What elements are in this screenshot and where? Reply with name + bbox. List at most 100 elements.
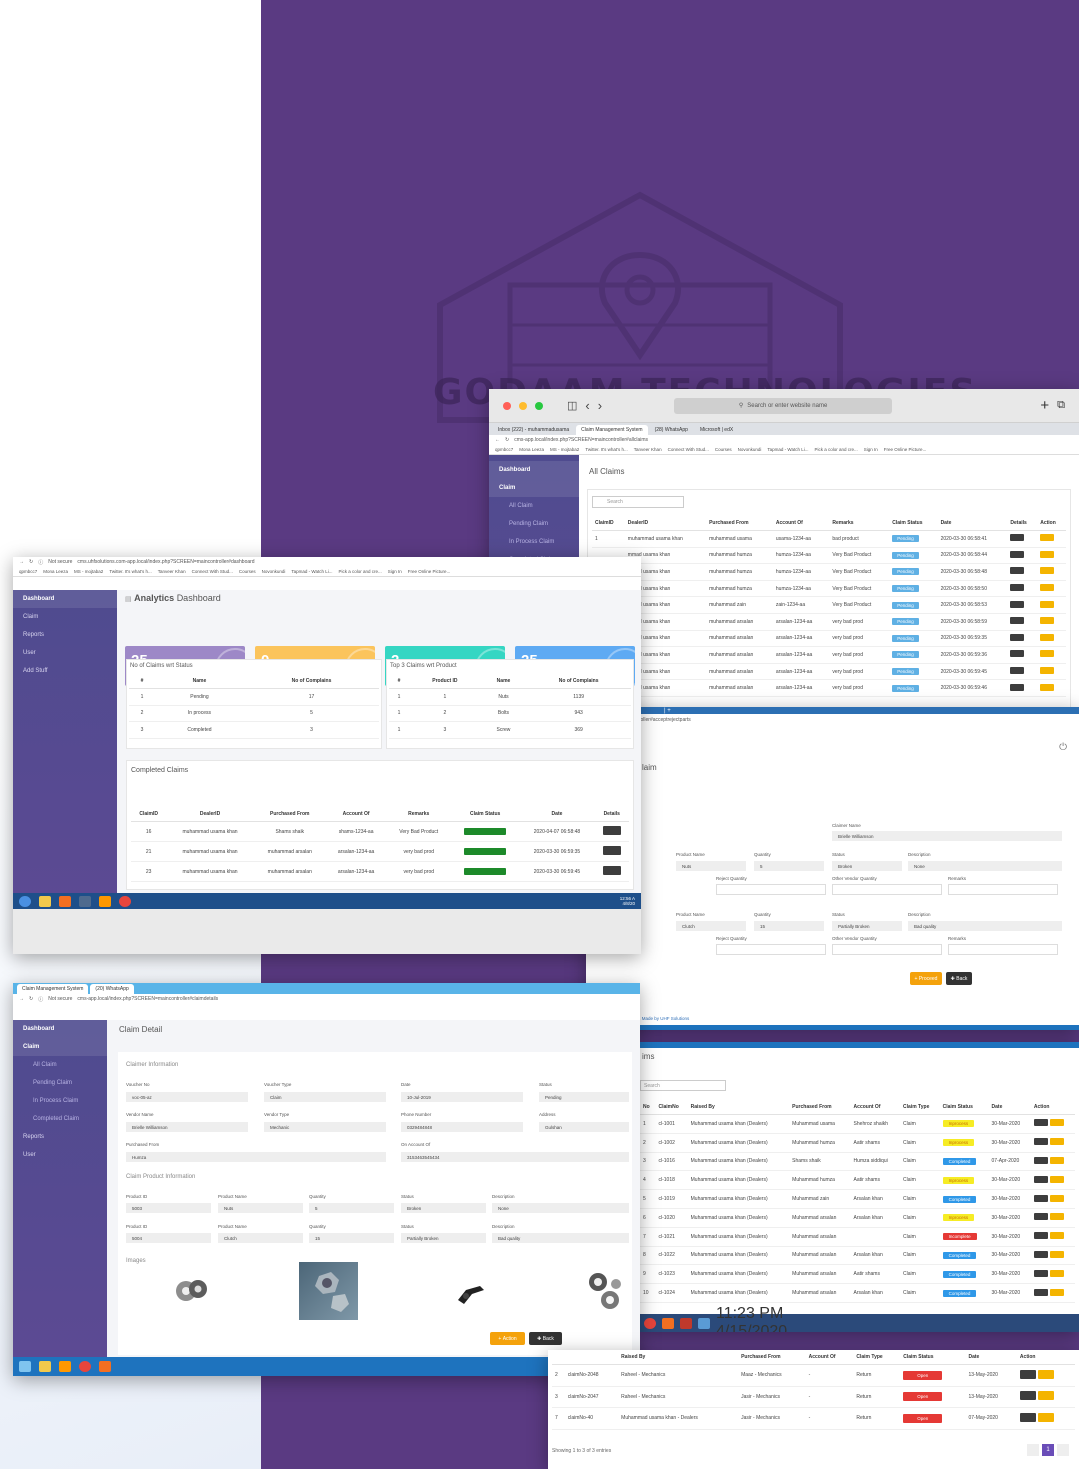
address-bar[interactable]: ?SCREEN=maincontroller#acceptrejectparts bbox=[586, 714, 1079, 726]
reload-icon[interactable]: ↻ bbox=[29, 559, 33, 565]
bookmark-item[interactable]: Courses bbox=[239, 569, 256, 574]
edit-icon[interactable] bbox=[1049, 1288, 1064, 1296]
sidebar-item[interactable]: In Process Claim bbox=[13, 1092, 107, 1110]
sidebar-item[interactable]: In Process Claim bbox=[489, 533, 579, 551]
view-eye-icon[interactable] bbox=[1019, 1391, 1036, 1401]
sidebar-item[interactable]: Claim bbox=[13, 1038, 107, 1056]
page-1-button[interactable]: 1 bbox=[1042, 1444, 1054, 1456]
reload-icon[interactable]: ↻ bbox=[505, 437, 509, 443]
browser-tab[interactable]: (28) WhatsApp bbox=[650, 425, 693, 435]
column-header[interactable]: No bbox=[640, 1100, 656, 1115]
bookmark-item[interactable]: Sign In bbox=[864, 447, 878, 452]
column-header[interactable]: Purchased From bbox=[789, 1100, 851, 1115]
address-bar[interactable]: ← ↻ cms-app.local/index.php?SCREEN=mainc… bbox=[489, 435, 1079, 445]
view-eye-icon[interactable] bbox=[1010, 633, 1025, 641]
view-eye-icon[interactable] bbox=[1010, 600, 1025, 608]
minimize-dot[interactable] bbox=[519, 401, 527, 410]
edit-icon[interactable] bbox=[1040, 567, 1055, 575]
column-header[interactable]: Details bbox=[594, 807, 629, 822]
zoom-dot[interactable] bbox=[535, 401, 543, 410]
view-eye-icon[interactable] bbox=[1010, 567, 1025, 575]
sidebar-item[interactable]: All Claim bbox=[13, 1056, 107, 1074]
back-arrow-icon[interactable]: → bbox=[19, 559, 24, 565]
column-header[interactable]: Claim Status bbox=[450, 807, 520, 822]
input-field[interactable] bbox=[716, 884, 826, 895]
sublime-icon[interactable] bbox=[99, 895, 111, 907]
view-eye-icon[interactable] bbox=[602, 826, 621, 835]
back-button[interactable]: ✚ Back bbox=[946, 972, 972, 985]
edit-icon[interactable] bbox=[1040, 633, 1055, 641]
mac-search-field[interactable]: ⚲ Search or enter website name bbox=[674, 397, 893, 414]
column-header[interactable]: Claim Type bbox=[853, 1350, 901, 1365]
column-header[interactable]: Action bbox=[1037, 516, 1066, 531]
sidebar-item[interactable]: Dashboard bbox=[13, 1020, 107, 1038]
view-eye-icon[interactable] bbox=[602, 866, 621, 875]
column-header[interactable]: Action bbox=[1016, 1350, 1075, 1365]
view-eye-icon[interactable] bbox=[602, 846, 621, 855]
sidebar-item[interactable]: Dashboard bbox=[13, 590, 117, 608]
sidebar-item[interactable]: Claim bbox=[13, 608, 117, 626]
chrome-icon[interactable] bbox=[119, 895, 131, 907]
column-header[interactable]: Name bbox=[154, 674, 244, 689]
bookmark-item[interactable]: Free Online Picture... bbox=[408, 569, 451, 574]
column-header[interactable]: Purchased From bbox=[253, 807, 326, 822]
proceed-button[interactable]: + Proceed bbox=[910, 972, 942, 985]
sidebar-item[interactable]: User bbox=[13, 1146, 107, 1164]
back-button[interactable]: ✚ Back bbox=[529, 1332, 562, 1345]
column-header[interactable]: Claim Status bbox=[889, 516, 938, 531]
sublime-icon[interactable] bbox=[59, 1361, 71, 1372]
edit-icon[interactable] bbox=[1040, 550, 1055, 558]
input-field[interactable] bbox=[948, 944, 1058, 955]
view-eye-icon[interactable] bbox=[1010, 534, 1025, 542]
bookmark-item[interactable]: Pick a color and cre... bbox=[339, 569, 382, 574]
search-input[interactable]: Search bbox=[592, 496, 684, 508]
column-header[interactable]: DealerID bbox=[624, 516, 707, 531]
column-header[interactable]: Purchased From bbox=[706, 516, 773, 531]
bookmark-item[interactable]: Twitter. It's what's h... bbox=[585, 447, 627, 452]
sidebar-item[interactable]: Claim bbox=[489, 479, 579, 497]
bookmark-item[interactable]: MS - mojtaba2 bbox=[550, 447, 579, 452]
browser-tab[interactable]: Inbox (222) - muhammadusama bbox=[493, 425, 574, 435]
browser-tab[interactable]: Claim Management System bbox=[576, 425, 648, 435]
bookmark-item[interactable]: Tapmad - Watch Li... bbox=[291, 569, 332, 574]
sidebar-item[interactable]: Pending Claim bbox=[489, 515, 579, 533]
column-header[interactable]: Remarks bbox=[829, 516, 890, 531]
column-header[interactable]: # bbox=[129, 674, 155, 689]
edit-icon[interactable] bbox=[1049, 1175, 1064, 1183]
column-header[interactable]: Raised By bbox=[618, 1350, 739, 1365]
bookmark-item[interactable]: Free Online Picture... bbox=[884, 447, 927, 452]
view-eye-icon[interactable] bbox=[1033, 1156, 1048, 1164]
forward-icon[interactable]: › bbox=[598, 398, 602, 413]
sidebar-item[interactable]: Pending Claim bbox=[13, 1074, 107, 1092]
view-eye-icon[interactable] bbox=[1019, 1369, 1036, 1379]
column-header[interactable]: Raised By bbox=[687, 1100, 790, 1115]
edit-icon[interactable] bbox=[1049, 1213, 1064, 1221]
view-eye-icon[interactable] bbox=[1010, 650, 1025, 658]
column-header[interactable]: Product ID bbox=[409, 674, 481, 689]
edit-icon[interactable] bbox=[1037, 1391, 1054, 1401]
edit-icon[interactable] bbox=[1040, 667, 1055, 675]
view-eye-icon[interactable] bbox=[1033, 1213, 1048, 1221]
column-header[interactable]: # bbox=[389, 674, 410, 689]
view-eye-icon[interactable] bbox=[1033, 1138, 1048, 1146]
view-eye-icon[interactable] bbox=[1033, 1175, 1048, 1183]
view-eye-icon[interactable] bbox=[1010, 667, 1025, 675]
input-field[interactable] bbox=[832, 884, 942, 895]
address-bar[interactable]: → ↻ ⓘ Not secure cms.uhfsolutions.com-ap… bbox=[13, 557, 641, 567]
column-header[interactable]: Claim Type bbox=[900, 1100, 940, 1115]
edit-icon[interactable] bbox=[1049, 1194, 1064, 1202]
column-header[interactable]: No of Complains bbox=[526, 674, 631, 689]
column-header[interactable]: Remarks bbox=[386, 807, 451, 822]
column-header[interactable]: Account Of bbox=[772, 516, 830, 531]
view-eye-icon[interactable] bbox=[1010, 550, 1025, 558]
view-eye-icon[interactable] bbox=[1010, 617, 1025, 625]
view-eye-icon[interactable] bbox=[1019, 1412, 1036, 1422]
edit-icon[interactable] bbox=[1040, 600, 1055, 608]
column-header[interactable]: Date bbox=[937, 516, 1008, 531]
edit-icon[interactable] bbox=[1040, 650, 1055, 658]
edit-icon[interactable] bbox=[1037, 1412, 1054, 1422]
bookmark-item[interactable]: Pick a color and cre... bbox=[815, 447, 858, 452]
reload-icon[interactable]: ↻ bbox=[29, 996, 33, 1002]
bookmark-item[interactable]: Connect With Stud... bbox=[192, 569, 233, 574]
edit-icon[interactable] bbox=[1040, 617, 1055, 625]
